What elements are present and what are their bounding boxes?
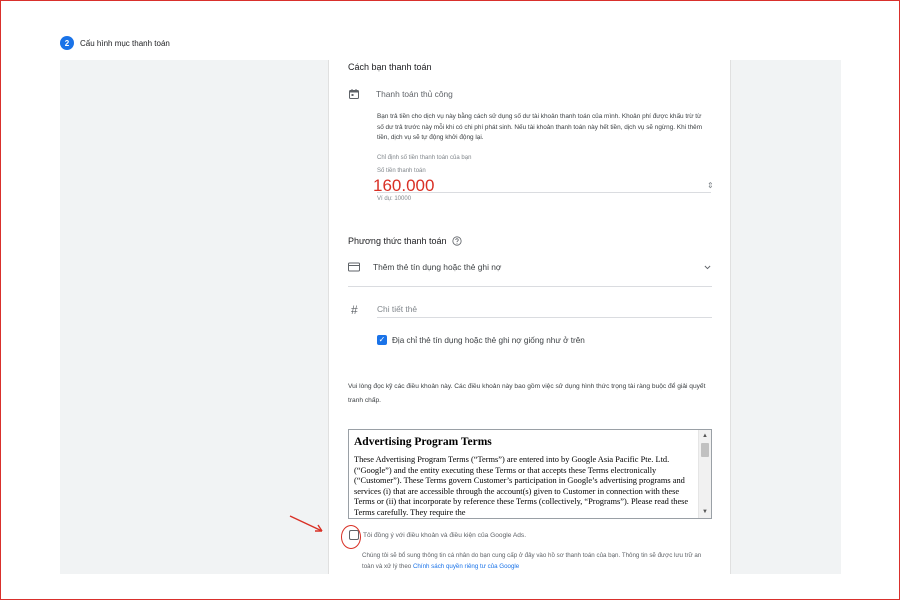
privacy-policy-link[interactable]: Chính sách quyền riêng tư của Google [413, 563, 519, 570]
add-card-label: Thêm thẻ tín dụng hoặc thẻ ghi nợ [373, 262, 502, 272]
manual-payment-option[interactable]: Thanh toán thủ công [348, 88, 453, 100]
calendar-icon [349, 89, 359, 99]
terms-scrollbar[interactable]: ▲ ▼ [698, 430, 711, 518]
card-details-underline [377, 317, 712, 318]
method-section-header: Phương thức thanh toán [348, 236, 462, 246]
billing-card: Cách bạn thanh toán Thanh toán thủ công … [328, 60, 731, 574]
method-section-title: Phương thức thanh toán [348, 236, 447, 246]
terms-body: These Advertising Program Terms (“Terms”… [354, 455, 689, 517]
add-card-dropdown[interactable]: Thêm thẻ tín dụng hoặc thẻ ghi nợ [348, 262, 712, 272]
resize-handle-icon: ⇕ [707, 181, 714, 190]
amount-input[interactable]: 160.000 [373, 176, 434, 196]
payment-section-title: Cách bạn thanh toán [348, 62, 432, 72]
scroll-down-icon[interactable]: ▼ [702, 509, 708, 515]
same-address-checkbox-row[interactable]: ✓ Địa chỉ thẻ tín dụng hoặc thẻ ghi nợ g… [377, 335, 585, 345]
step-title: Cấu hình mục thanh toán [80, 38, 170, 48]
page-stage: Cách bạn thanh toán Thanh toán thủ công … [60, 60, 841, 574]
annotation-circle [341, 525, 361, 549]
terms-content: Advertising Program Terms These Advertis… [354, 434, 694, 518]
manual-payment-label: Thanh toán thủ công [376, 89, 453, 99]
terms-notice: Vui lòng đọc kỹ các điều khoản này. Các … [348, 383, 706, 404]
help-circle-icon[interactable] [451, 236, 462, 246]
terms-scroll-box[interactable]: Advertising Program Terms These Advertis… [348, 429, 712, 519]
amount-label: Số tiền thanh toán [377, 168, 426, 174]
card-details-row: # [351, 303, 358, 317]
agree-label: Tôi đồng ý với điều khoản và điều kiện c… [363, 531, 527, 539]
payment-description: Bạn trả tiền cho dịch vụ này bằng cách s… [377, 113, 703, 142]
method-divider [348, 286, 712, 287]
credit-card-icon [348, 262, 360, 272]
chevron-down-icon [704, 265, 711, 269]
card-details-input[interactable]: Chi tiết thẻ [377, 304, 417, 314]
step-number-badge: 2 [60, 36, 74, 50]
amount-example: Ví dụ: 10000 [377, 196, 412, 202]
step-header: 2 Cấu hình mục thanh toán [60, 34, 170, 52]
privacy-text-block: Chúng tôi sẽ bổ sung thông tin cá nhân d… [362, 550, 712, 572]
scrollbar-thumb[interactable] [701, 443, 709, 457]
same-address-checkbox[interactable]: ✓ [377, 335, 387, 345]
amount-underline [377, 192, 711, 193]
hash-icon: # [351, 303, 358, 317]
same-address-label: Địa chỉ thẻ tín dụng hoặc thẻ ghi nợ giố… [392, 335, 585, 345]
terms-heading: Advertising Program Terms [354, 436, 492, 448]
amount-hint: Chỉ định số tiền thanh toán của bạn [377, 155, 472, 161]
scroll-up-icon[interactable]: ▲ [702, 433, 708, 439]
agree-checkbox-row[interactable]: Tôi đồng ý với điều khoản và điều kiện c… [349, 530, 526, 540]
annotation-arrow-icon [289, 515, 323, 532]
